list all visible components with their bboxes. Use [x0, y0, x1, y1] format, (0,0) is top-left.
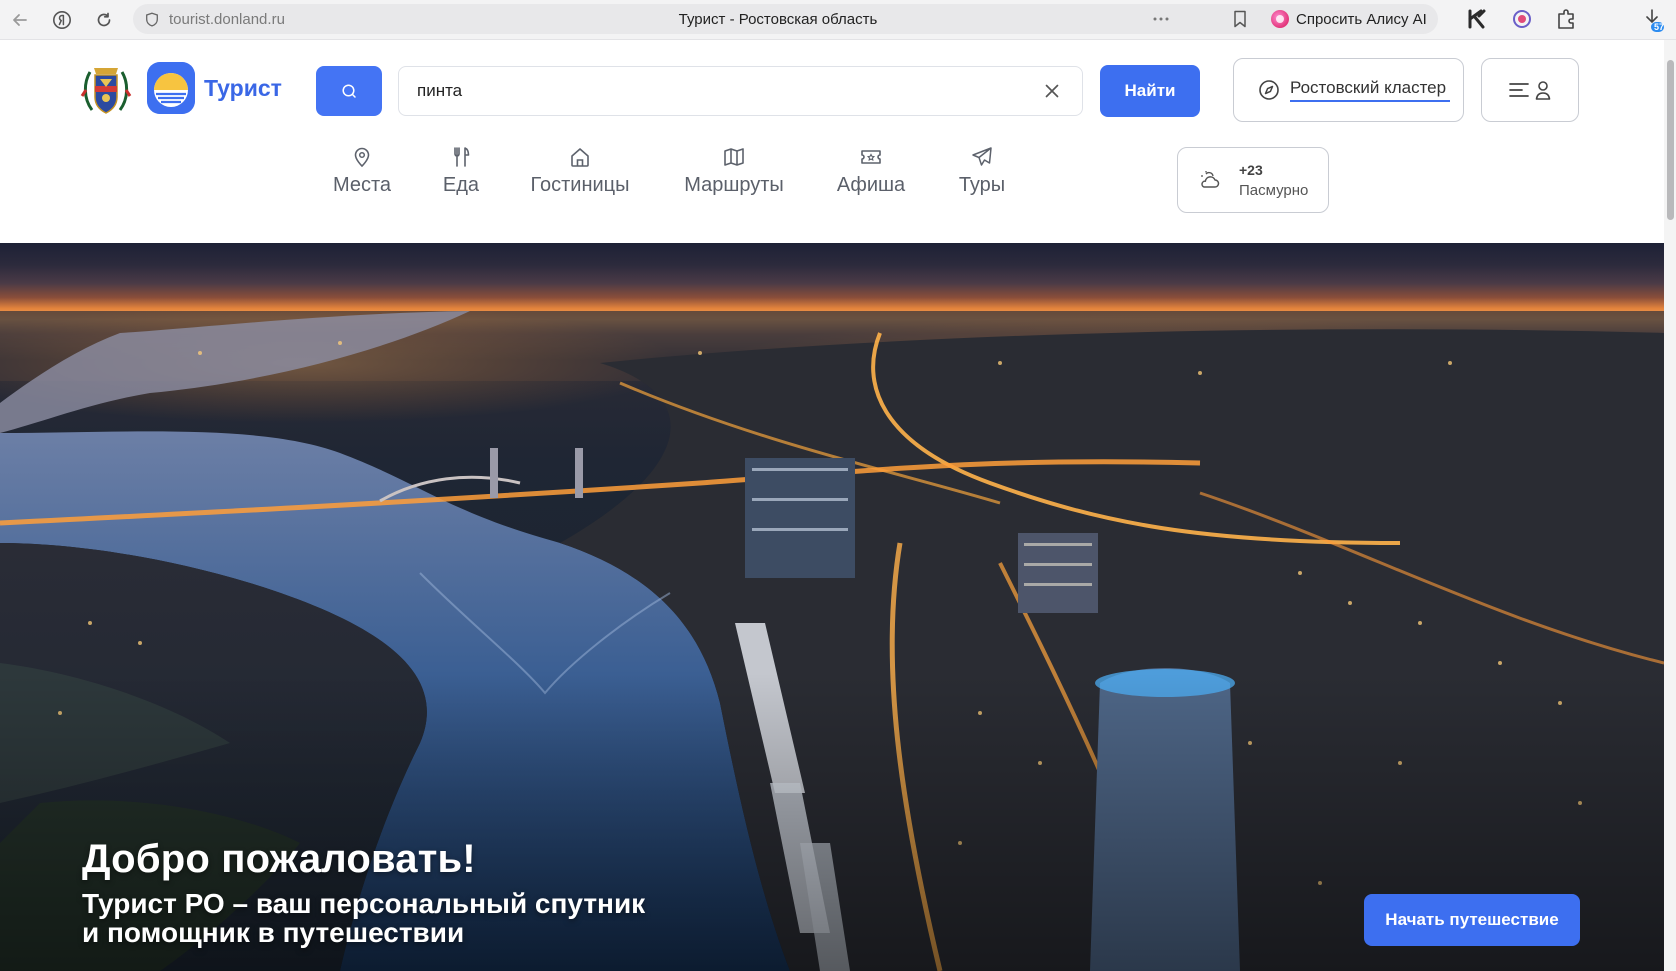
find-button[interactable]: Найти — [1100, 65, 1200, 117]
browser-toolbar: tourist.donland.ru Турист - Ростовская о… — [0, 0, 1676, 40]
yandex-button[interactable] — [50, 8, 74, 32]
nav-label: Афиша — [836, 174, 906, 196]
bookmark-icon[interactable] — [1233, 10, 1247, 28]
extension-k-icon[interactable] — [1466, 8, 1488, 30]
extension-circle-icon[interactable] — [1512, 9, 1532, 29]
weather-temperature: +23 — [1239, 162, 1263, 178]
region-selector-button[interactable]: Ростовский кластер — [1233, 58, 1464, 122]
tourist-logo-mark[interactable] — [147, 62, 195, 114]
ask-alice-label: Спросить Алису AI — [1296, 10, 1427, 28]
reload-icon — [97, 12, 111, 27]
reload-button[interactable] — [92, 8, 116, 32]
scrollbar-thumb[interactable] — [1667, 60, 1674, 220]
nav-places[interactable]: Места — [328, 146, 396, 197]
weather-widget[interactable]: +23 Пасмурно — [1177, 147, 1329, 213]
crest-icon — [80, 68, 132, 114]
fork-knife-icon — [454, 147, 470, 167]
map-icon — [724, 148, 744, 166]
search-input[interactable] — [415, 67, 1015, 115]
download-badge: 57 — [1654, 22, 1665, 32]
logo-text[interactable]: Турист — [204, 75, 282, 102]
menu-profile-button[interactable] — [1481, 58, 1579, 122]
page-title: Турист - Ростовская область — [678, 11, 878, 28]
hero-title: Добро пожаловать! — [82, 837, 476, 881]
hero-subtitle-line: Турист РО – ваш персональный спутник — [82, 888, 646, 919]
address-bar[interactable]: tourist.donland.ru Турист - Ростовская о… — [133, 4, 1423, 34]
nav-food[interactable]: Еда — [440, 146, 482, 197]
alice-icon — [1271, 10, 1289, 28]
hero-subtitle: Турист РО – ваш персональный спутник и п… — [82, 889, 682, 947]
extensions-icon[interactable] — [1555, 8, 1577, 30]
user-icon — [1535, 81, 1551, 100]
nav-label: Туры — [958, 174, 1006, 196]
search-field — [398, 66, 1083, 116]
yandex-icon — [53, 11, 71, 29]
sun-sea-icon — [147, 62, 195, 114]
ticket-icon — [861, 150, 881, 164]
region-label: Ростовский кластер — [1290, 78, 1450, 102]
nav-label: Маршруты — [684, 174, 784, 196]
weather-condition: Пасмурно — [1239, 182, 1309, 199]
start-journey-button[interactable]: Начать путешествие — [1364, 894, 1580, 946]
more-icon[interactable] — [1153, 17, 1169, 21]
compass-icon — [1259, 80, 1279, 100]
nav-label: Еда — [442, 174, 480, 196]
clear-search-button[interactable] — [1042, 81, 1062, 101]
search-toggle-button[interactable] — [316, 66, 382, 116]
nav-label: Места — [332, 174, 392, 196]
nav-hotels[interactable]: Гостиницы — [526, 146, 634, 197]
house-icon — [571, 148, 589, 167]
region-crest-logo[interactable] — [80, 60, 132, 118]
search-icon — [342, 84, 356, 98]
back-button[interactable] — [8, 8, 32, 32]
nav-events[interactable]: Афиша — [836, 146, 906, 197]
close-icon — [1045, 84, 1059, 98]
cloud-sun-icon — [1201, 171, 1220, 188]
hero-subtitle-line: и помощник в путешествии — [82, 917, 465, 948]
menu-icon — [1509, 83, 1529, 97]
plane-icon — [972, 147, 992, 166]
nav-routes[interactable]: Маршруты — [680, 146, 788, 197]
ask-alice-button[interactable]: Спросить Алису AI — [1263, 4, 1438, 34]
nav-label: Гостиницы — [530, 174, 630, 196]
arrow-left-icon — [13, 14, 27, 26]
nav-tours[interactable]: Туры — [954, 146, 1010, 197]
hero-banner: Добро пожаловать! Турист РО – ваш персон… — [0, 243, 1664, 971]
map-pin-icon — [354, 147, 370, 168]
